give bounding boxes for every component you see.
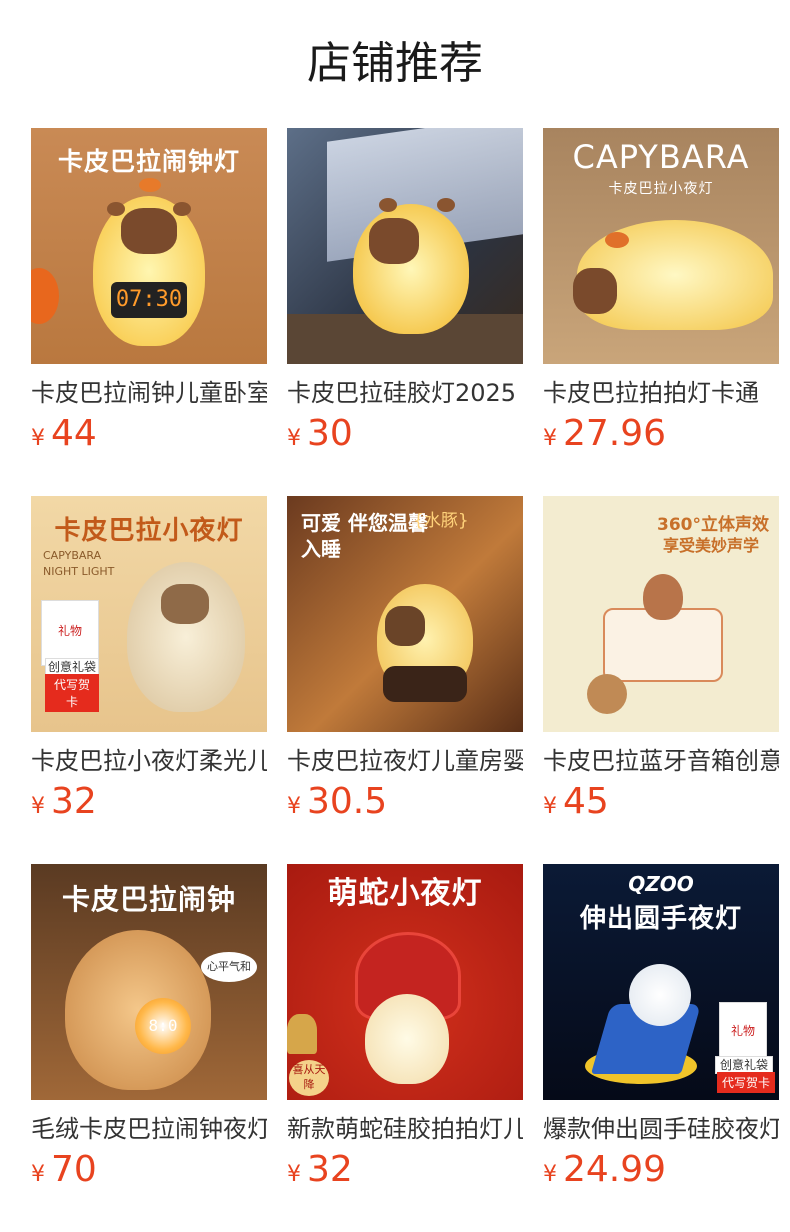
section-title: 店铺推荐: [307, 38, 483, 89]
product-price: ¥44: [31, 414, 267, 460]
product-card[interactable]: QZOO 伸出圆手夜灯 礼物 创意礼袋 代写贺卡 爆款伸出圆手硅胶夜灯 ¥24.…: [543, 864, 779, 1232]
card-tag: 代写贺卡: [45, 674, 99, 712]
product-card[interactable]: 卡皮巴拉硅胶灯2025 ¥30: [287, 128, 523, 496]
product-image[interactable]: QZOO 伸出圆手夜灯 礼物 创意礼袋 代写贺卡: [543, 864, 779, 1100]
card-tag: 代写贺卡: [717, 1072, 775, 1093]
speech-bubble: 心平气和: [201, 952, 257, 982]
brand-logo: QZOO: [628, 872, 694, 896]
price-value: 45: [563, 781, 609, 822]
image-subcaption: 喜从天降: [289, 1060, 329, 1096]
product-price: ¥45: [543, 782, 779, 828]
image-caption: 伸出圆手夜灯: [579, 904, 742, 934]
currency-symbol: ¥: [287, 426, 301, 451]
currency-symbol: ¥: [287, 794, 301, 819]
product-card[interactable]: 萌蛇小夜灯 喜从天降 新款萌蛇硅胶拍拍灯儿 ¥32: [287, 864, 523, 1232]
currency-symbol: ¥: [543, 1162, 557, 1187]
product-price: ¥32: [31, 782, 267, 828]
product-card[interactable]: 360°立体声效 享受美妙声学 卡皮巴拉蓝牙音箱创意 ¥45: [543, 496, 779, 864]
currency-symbol: ¥: [31, 426, 45, 451]
product-image[interactable]: 卡皮巴拉闹钟 8:0 心平气和: [31, 864, 267, 1100]
clock-display: 8:0: [148, 1016, 178, 1035]
product-image[interactable]: CAPYBARA 卡皮巴拉小夜灯: [543, 128, 779, 364]
product-image[interactable]: 卡皮巴拉闹钟灯 07:30: [31, 128, 267, 364]
price-value: 24.99: [563, 1149, 667, 1190]
currency-symbol: ¥: [543, 794, 557, 819]
image-caption: 卡皮巴拉闹钟: [61, 883, 236, 916]
product-name[interactable]: 卡皮巴拉拍拍灯卡通: [543, 376, 779, 410]
image-caption: 卡皮巴拉小夜灯: [54, 516, 244, 546]
product-grid: 卡皮巴拉闹钟灯 07:30 卡皮巴拉闹钟儿童卧室 ¥44 卡皮巴拉硅胶灯2025…: [31, 128, 779, 1232]
product-card[interactable]: 卡皮巴拉小夜灯 CAPYBARA NIGHT LIGHT 礼物 创意礼袋 代写贺…: [31, 496, 267, 864]
product-name[interactable]: 卡皮巴拉闹钟儿童卧室: [31, 376, 267, 410]
product-card[interactable]: 卡皮巴拉闹钟 8:0 心平气和 毛绒卡皮巴拉闹钟夜灯 ¥70: [31, 864, 267, 1232]
product-name[interactable]: 卡皮巴拉夜灯儿童房婴: [287, 744, 523, 778]
product-image[interactable]: [287, 128, 523, 364]
currency-symbol: ¥: [287, 1162, 301, 1187]
currency-symbol: ¥: [31, 794, 45, 819]
image-caption: 卡皮巴拉闹钟灯: [57, 147, 240, 176]
product-image[interactable]: 卡皮巴拉小夜灯 CAPYBARA NIGHT LIGHT 礼物 创意礼袋 代写贺…: [31, 496, 267, 732]
price-value: 32: [307, 1149, 353, 1190]
image-caption: CAPYBARA: [572, 138, 750, 176]
clock-display: 07:30: [111, 282, 187, 318]
product-price: ¥32: [287, 1150, 523, 1196]
image-subcaption: {水豚}: [413, 511, 469, 531]
product-image[interactable]: 360°立体声效 享受美妙声学: [543, 496, 779, 732]
product-name[interactable]: 卡皮巴拉小夜灯柔光儿: [31, 744, 267, 778]
product-price: ¥30: [287, 414, 523, 460]
price-value: 70: [51, 1149, 97, 1190]
product-image[interactable]: 可爱 伴您温馨入睡 {水豚}: [287, 496, 523, 732]
product-image[interactable]: 萌蛇小夜灯 喜从天降: [287, 864, 523, 1100]
currency-symbol: ¥: [543, 426, 557, 451]
product-card[interactable]: 可爱 伴您温馨入睡 {水豚} 卡皮巴拉夜灯儿童房婴 ¥30.5: [287, 496, 523, 864]
product-name[interactable]: 卡皮巴拉蓝牙音箱创意: [543, 744, 779, 778]
price-value: 32: [51, 781, 97, 822]
image-caption: 可爱 伴您温馨入睡: [301, 511, 428, 561]
image-caption: 萌蛇小夜灯: [327, 876, 483, 911]
currency-symbol: ¥: [31, 1162, 45, 1187]
product-name[interactable]: 毛绒卡皮巴拉闹钟夜灯: [31, 1112, 267, 1146]
price-value: 27.96: [563, 413, 667, 454]
product-card[interactable]: CAPYBARA 卡皮巴拉小夜灯 卡皮巴拉拍拍灯卡通 ¥27.96: [543, 128, 779, 496]
product-name[interactable]: 爆款伸出圆手硅胶夜灯: [543, 1112, 779, 1146]
price-value: 44: [51, 413, 97, 454]
image-subcaption: 享受美妙声学: [662, 536, 759, 555]
image-subcaption: CAPYBARA NIGHT LIGHT: [43, 549, 115, 578]
image-subcaption: 卡皮巴拉小夜灯: [608, 181, 714, 197]
product-price: ¥24.99: [543, 1150, 779, 1196]
product-price: ¥30.5: [287, 782, 523, 828]
product-card[interactable]: 卡皮巴拉闹钟灯 07:30 卡皮巴拉闹钟儿童卧室 ¥44: [31, 128, 267, 496]
product-price: ¥70: [31, 1150, 267, 1196]
product-name[interactable]: 卡皮巴拉硅胶灯2025: [287, 376, 523, 410]
price-value: 30.5: [307, 781, 388, 822]
price-value: 30: [307, 413, 353, 454]
product-price: ¥27.96: [543, 414, 779, 460]
product-name[interactable]: 新款萌蛇硅胶拍拍灯儿: [287, 1112, 523, 1146]
